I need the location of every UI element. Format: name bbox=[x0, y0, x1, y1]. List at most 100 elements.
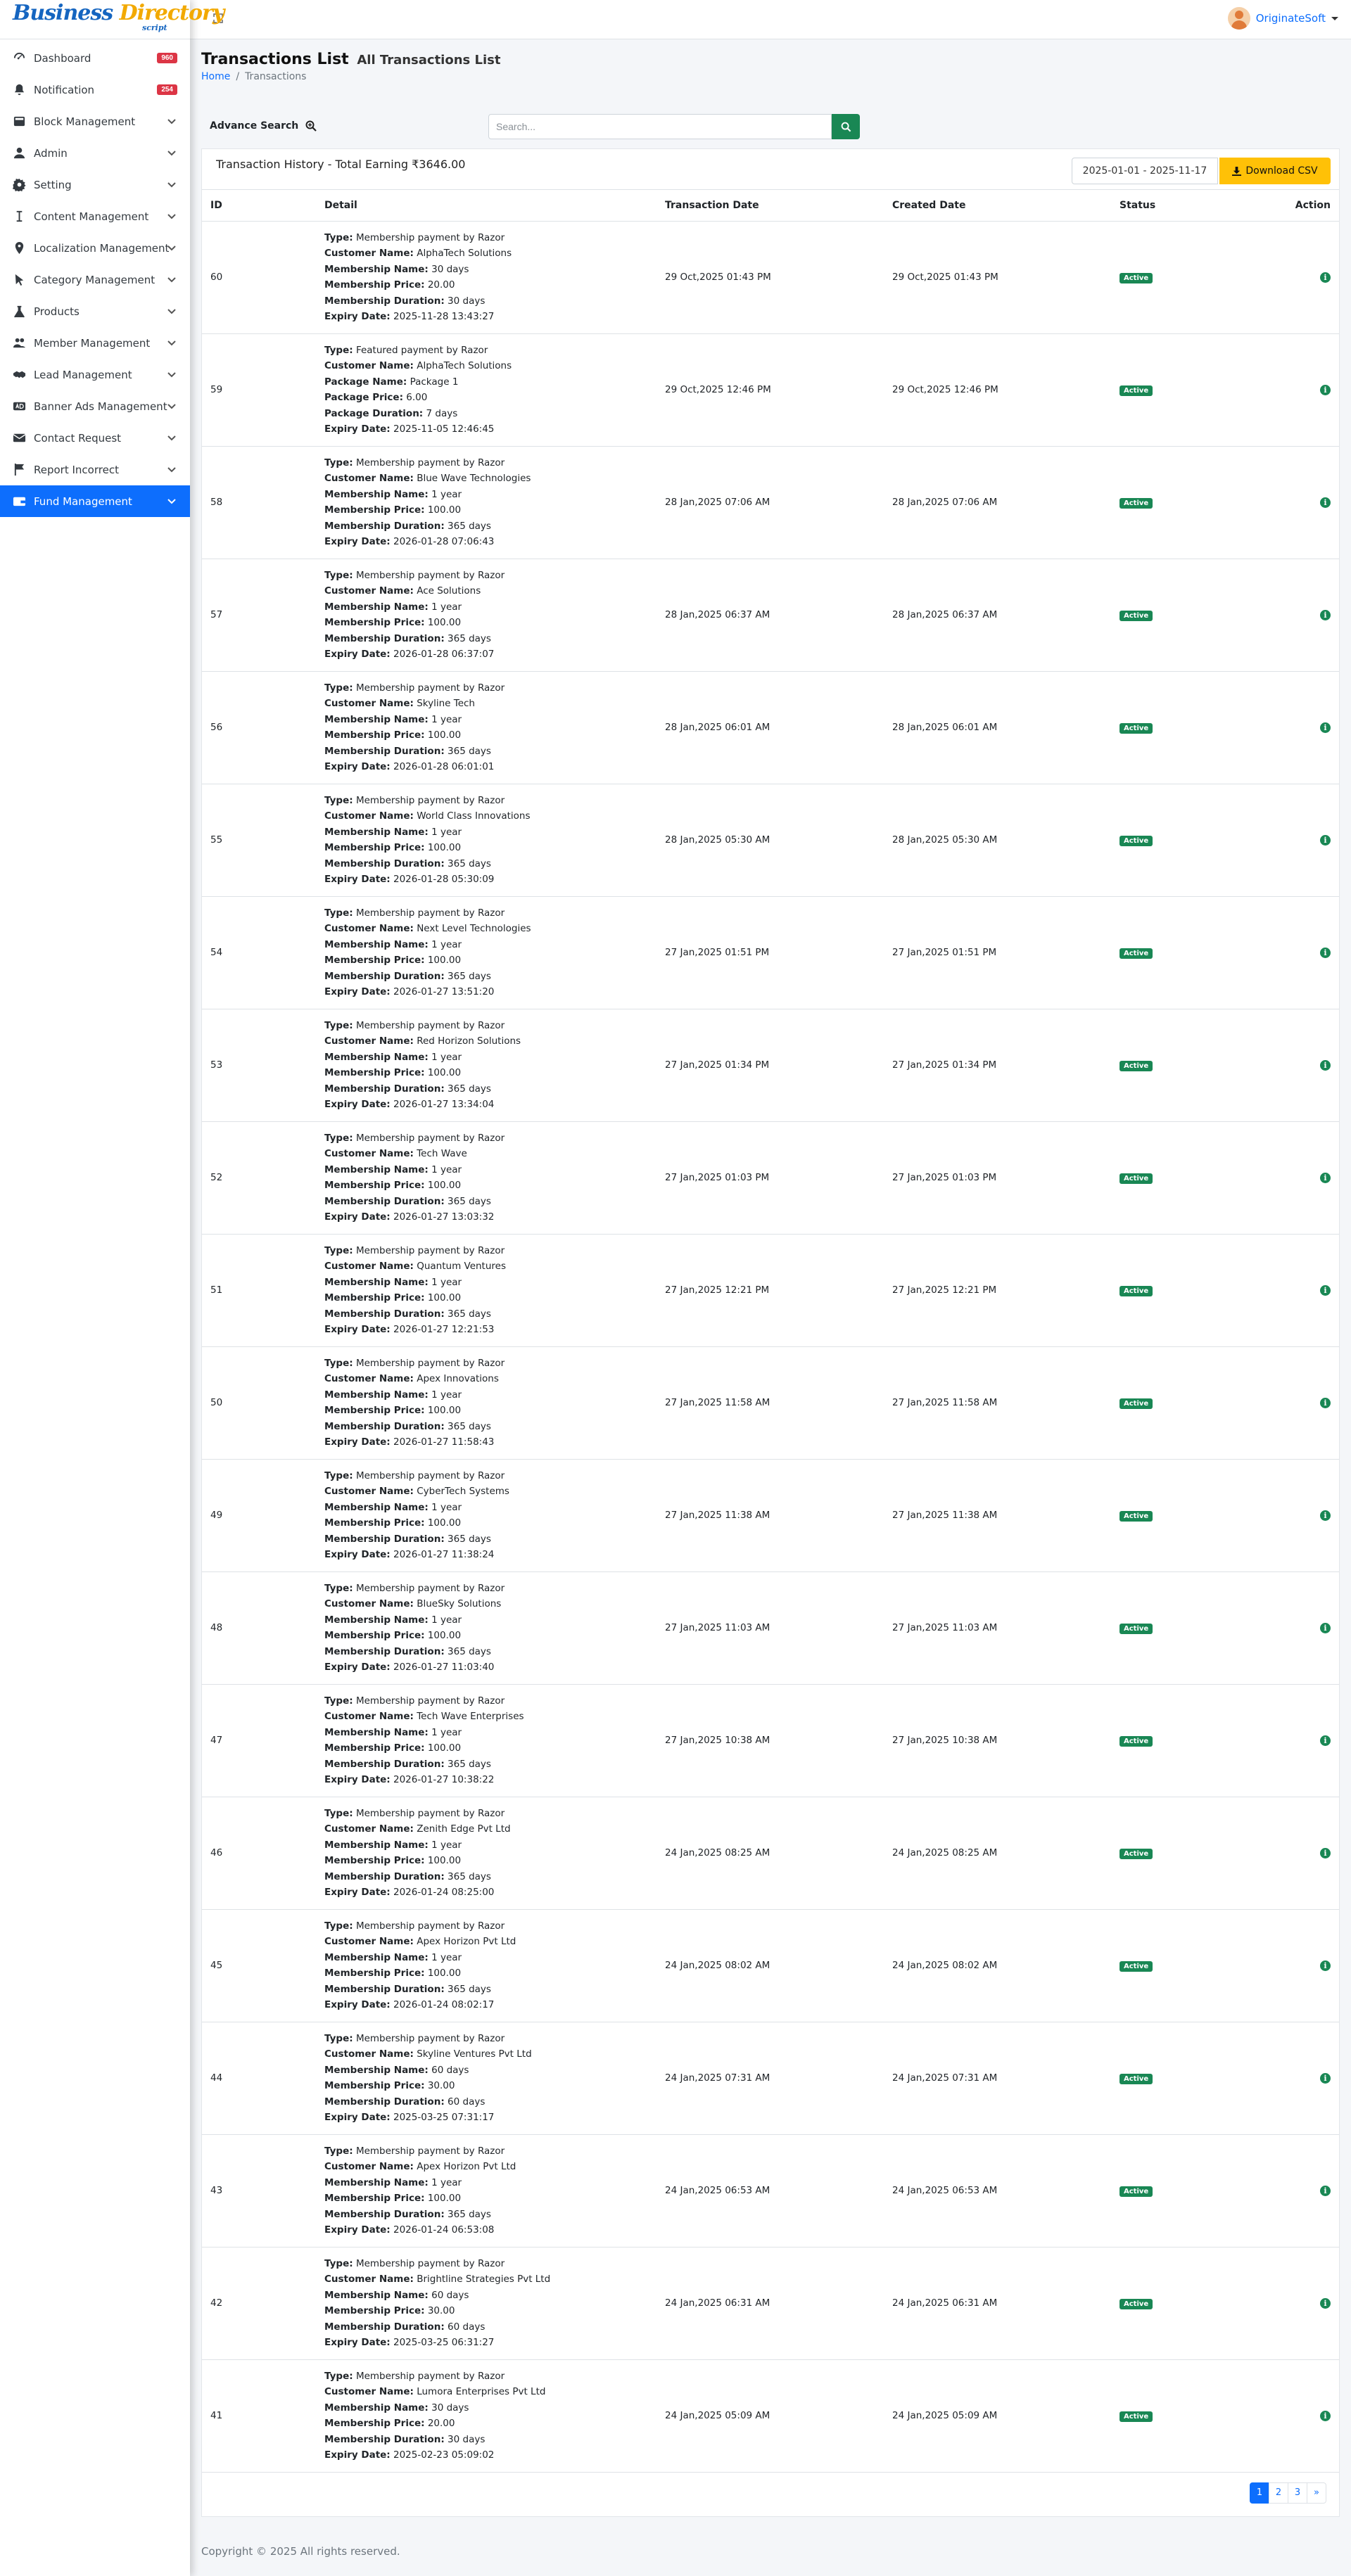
info-icon[interactable]: i bbox=[1320, 2186, 1331, 2196]
detail-value: 100.00 bbox=[427, 1405, 462, 1416]
download-csv-button[interactable]: Download CSV bbox=[1219, 158, 1331, 184]
info-icon[interactable]: i bbox=[1320, 1960, 1331, 1971]
page-3[interactable]: 3 bbox=[1288, 2482, 1307, 2504]
sidebar-item-products[interactable]: Products bbox=[0, 295, 190, 327]
info-icon[interactable]: i bbox=[1320, 1848, 1331, 1858]
sidebar-item-member-management[interactable]: Member Management bbox=[0, 327, 190, 359]
cell-transaction-date: 27 Jan,2025 01:03 PM bbox=[665, 1172, 770, 1183]
info-icon[interactable]: i bbox=[1320, 1173, 1331, 1183]
info-icon[interactable]: i bbox=[1320, 2411, 1331, 2421]
detail-key: Expiry Date: bbox=[324, 2112, 391, 2123]
column-header-detail[interactable]: Detail bbox=[316, 190, 657, 222]
detail-key: Membership Duration: bbox=[324, 2096, 445, 2108]
brand-logo[interactable]: Business Directory script bbox=[0, 0, 224, 39]
detail-key: Customer Name: bbox=[324, 1261, 414, 1272]
info-icon[interactable]: i bbox=[1320, 835, 1331, 846]
detail-line: Membership Duration: 60 days bbox=[324, 2094, 648, 2110]
cell-detail: Type: Membership payment by Razor Custome… bbox=[316, 1684, 657, 1797]
detail-key: Membership Name: bbox=[324, 488, 429, 500]
info-icon[interactable]: i bbox=[1320, 1735, 1331, 1746]
map-pin-icon bbox=[13, 241, 34, 255]
info-icon[interactable]: i bbox=[1320, 497, 1331, 508]
detail-key: Type: bbox=[324, 907, 353, 919]
sidebar-item-fund-management[interactable]: Fund Management bbox=[0, 485, 190, 517]
info-icon[interactable]: i bbox=[1320, 1398, 1331, 1408]
column-header-created-date[interactable]: Created Date bbox=[884, 190, 1111, 222]
sidebar-item-notification[interactable]: Notification 254 bbox=[0, 74, 190, 106]
column-header-action[interactable]: Action bbox=[1252, 190, 1339, 222]
sidebar-item-label: Notification bbox=[34, 83, 95, 96]
date-range-picker[interactable]: 2025-01-01 - 2025-11-17 bbox=[1072, 158, 1218, 184]
sidebar-item-block-management[interactable]: Block Management bbox=[0, 106, 190, 137]
topbar: OriginateSoft bbox=[190, 0, 1351, 39]
cell-detail: Type: Membership payment by Razor Custome… bbox=[316, 1121, 657, 1234]
detail-value: 1 year bbox=[431, 488, 462, 500]
cell-status: Active bbox=[1111, 2022, 1252, 2134]
search-button[interactable] bbox=[832, 114, 860, 139]
status-badge: Active bbox=[1120, 1961, 1153, 1972]
search-input[interactable] bbox=[488, 114, 832, 139]
detail-value: 2026-01-27 10:38:22 bbox=[393, 1774, 495, 1785]
column-header-transaction-date[interactable]: Transaction Date bbox=[657, 190, 884, 222]
info-icon[interactable]: i bbox=[1320, 610, 1331, 620]
info-icon[interactable]: i bbox=[1320, 2298, 1331, 2309]
info-icon[interactable]: i bbox=[1320, 948, 1331, 958]
page-2[interactable]: 2 bbox=[1269, 2482, 1288, 2504]
sidebar-item-banner-ads-management[interactable]: Banner Ads Management bbox=[0, 390, 190, 422]
detail-key: Type: bbox=[324, 457, 353, 468]
info-icon[interactable]: i bbox=[1320, 722, 1331, 733]
sidebar-item-contact-request[interactable]: Contact Request bbox=[0, 422, 190, 454]
page-1[interactable]: 1 bbox=[1250, 2482, 1269, 2504]
cell-action: i bbox=[1252, 2247, 1339, 2359]
table-row: 55 Type: Membership payment by Razor Custo… bbox=[202, 784, 1339, 896]
breadcrumb-home[interactable]: Home bbox=[201, 71, 230, 82]
cell-created-date: 24 Jan,2025 05:09 AM bbox=[892, 2410, 998, 2421]
info-icon[interactable]: i bbox=[1320, 385, 1331, 395]
detail-value: 100.00 bbox=[427, 1968, 462, 1979]
status-badge: Active bbox=[1120, 498, 1153, 509]
sidebar-item-label: Content Management bbox=[34, 210, 149, 223]
detail-key: Membership Duration: bbox=[324, 857, 445, 869]
info-icon[interactable]: i bbox=[1320, 1510, 1331, 1521]
info-icon[interactable]: i bbox=[1320, 1060, 1331, 1071]
detail-line: Membership Name: 1 year bbox=[324, 1050, 648, 1066]
user-icon bbox=[13, 146, 34, 160]
cell-created-date: 24 Jan,2025 07:31 AM bbox=[892, 2072, 998, 2084]
detail-line: Membership Name: 60 days bbox=[324, 2288, 648, 2304]
advance-search-toggle[interactable]: Advance Search bbox=[210, 120, 317, 132]
cell-action: i bbox=[1252, 1234, 1339, 1346]
sidebar-item-localization-management[interactable]: Localization Management bbox=[0, 232, 190, 264]
sidebar-item-setting[interactable]: Setting bbox=[0, 169, 190, 200]
detail-value: 365 days bbox=[448, 1983, 491, 1995]
info-icon[interactable]: i bbox=[1320, 272, 1331, 283]
ad-icon bbox=[13, 400, 34, 413]
cell-id: 58 bbox=[210, 497, 223, 508]
page-next[interactable]: » bbox=[1307, 2482, 1326, 2504]
detail-value: 20.00 bbox=[427, 2418, 455, 2429]
column-header-id[interactable]: ID bbox=[202, 190, 316, 222]
detail-key: Customer Name: bbox=[324, 1486, 414, 1497]
detail-value: 7 days bbox=[426, 407, 458, 419]
info-icon[interactable]: i bbox=[1320, 1285, 1331, 1296]
info-icon[interactable]: i bbox=[1320, 2073, 1331, 2084]
detail-value: 2025-11-28 13:43:27 bbox=[393, 311, 495, 322]
detail-value: 1 year bbox=[431, 1951, 462, 1963]
detail-key: Membership Duration: bbox=[324, 1645, 445, 1657]
detail-value: Membership payment by Razor bbox=[355, 1244, 505, 1256]
detail-value: 30.00 bbox=[427, 2080, 455, 2091]
user-menu[interactable]: OriginateSoft bbox=[1227, 7, 1338, 30]
info-icon[interactable]: i bbox=[1320, 1623, 1331, 1633]
sidebar-item-report-incorrect[interactable]: Report Incorrect bbox=[0, 454, 190, 485]
detail-line: Type: Featured payment by Razor bbox=[324, 343, 648, 359]
sidebar-item-lead-management[interactable]: Lead Management bbox=[0, 359, 190, 390]
table-header-row: ID Detail Transaction Date Created Date Stat… bbox=[202, 190, 1339, 222]
sidebar-item-content-management[interactable]: Content Management bbox=[0, 200, 190, 232]
sidebar-item-category-management[interactable]: Category Management bbox=[0, 264, 190, 295]
sidebar-item-admin[interactable]: Admin bbox=[0, 137, 190, 169]
column-header-status[interactable]: Status bbox=[1111, 190, 1252, 222]
detail-line: Membership Price: 100.00 bbox=[324, 1515, 648, 1531]
detail-line: Customer Name: BlueSky Solutions bbox=[324, 1596, 648, 1612]
table-body: 60 Type: Membership payment by Razor Custo… bbox=[202, 221, 1339, 2472]
cell-status: Active bbox=[1111, 1121, 1252, 1234]
sidebar-item-dashboard[interactable]: Dashboard 960 bbox=[0, 42, 190, 74]
